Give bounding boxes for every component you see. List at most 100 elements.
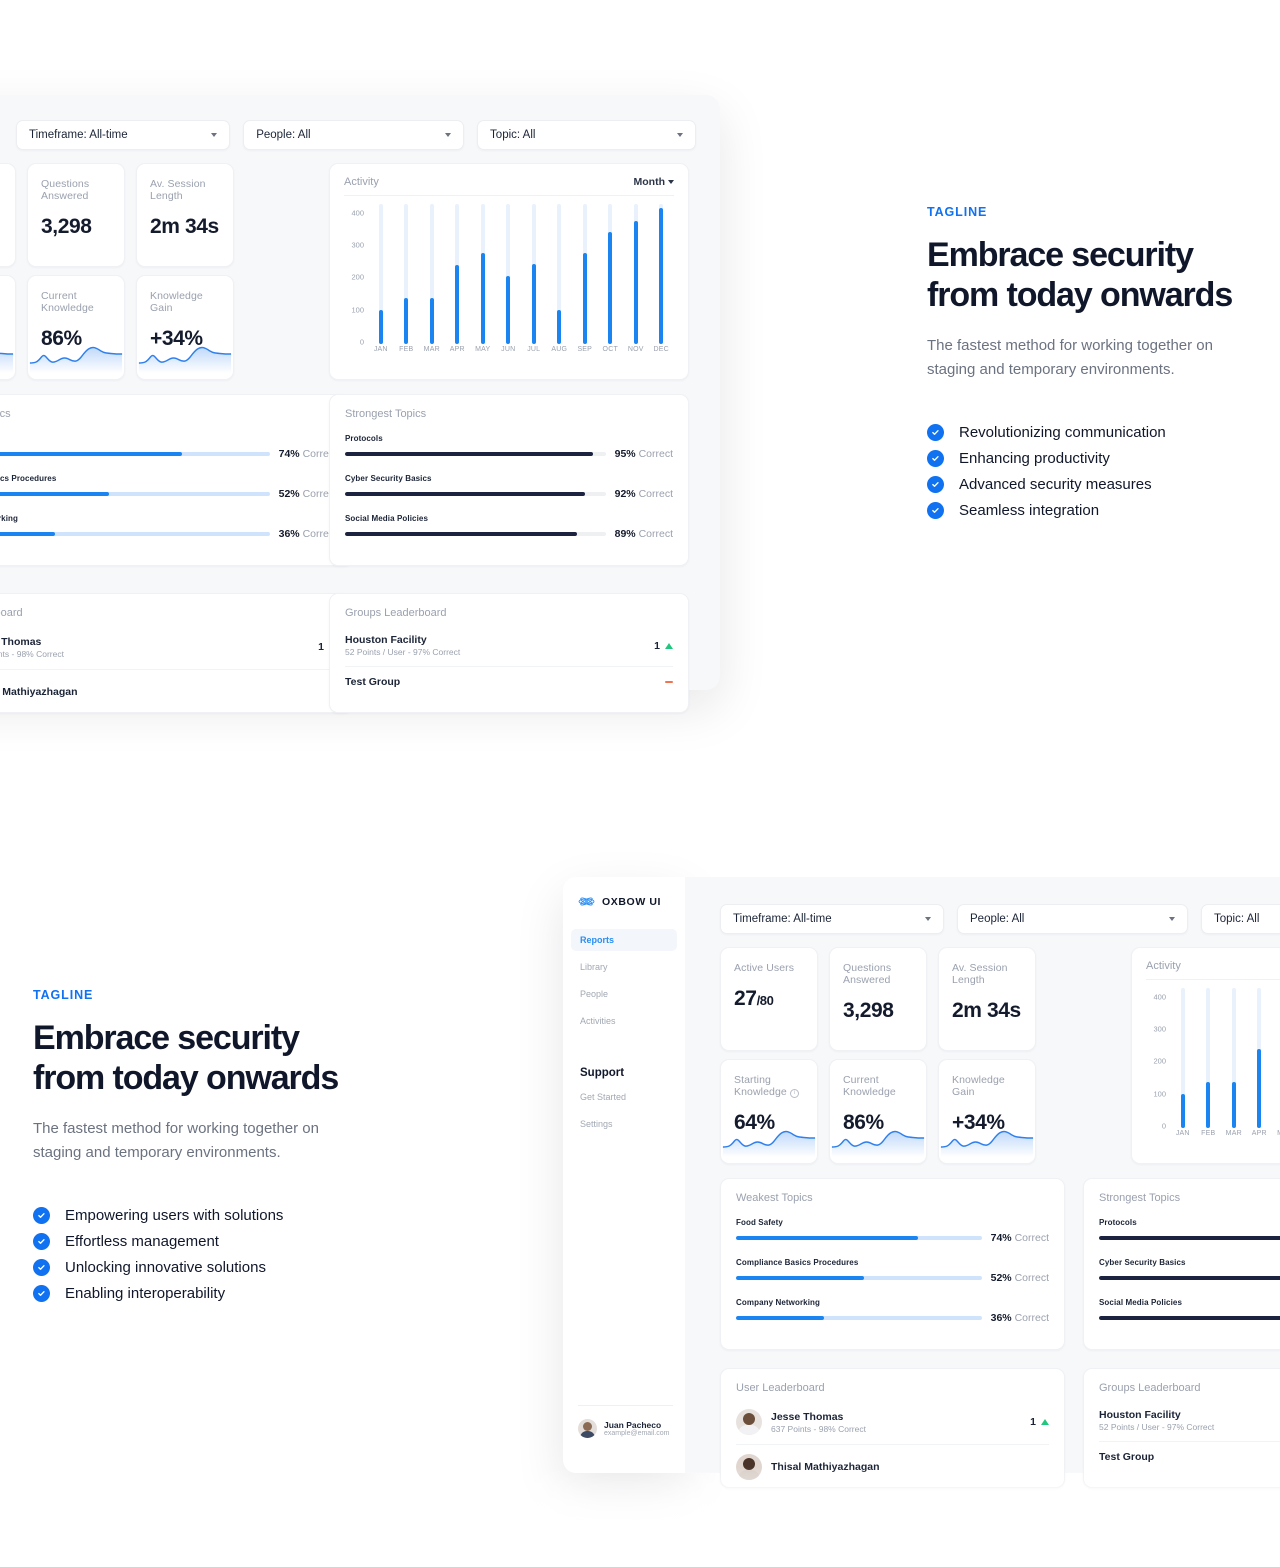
bar-track: [633, 204, 638, 344]
bullet-label: Empowering users with solutions: [65, 1207, 284, 1225]
stat-card-current-knowledge: Current Knowledge 86%: [27, 275, 125, 380]
sidebar-item-reports[interactable]: Reports: [571, 929, 677, 951]
bullet-list-top: Revolutionizing communication Enhancing p…: [927, 424, 1247, 520]
y-axis-labels: 0 100 200 300 400: [1146, 988, 1168, 1130]
sidebar-item-get-started[interactable]: Get Started: [571, 1086, 677, 1108]
progress-track: [0, 452, 270, 456]
trend-up-icon: [665, 642, 673, 649]
x-tick-label: MAR: [423, 346, 440, 353]
bar-column: [1170, 988, 1196, 1128]
sidebar-user-profile[interactable]: Juan Pacheco example@email.com: [578, 1419, 669, 1438]
filter-topic[interactable]: Topic: All: [1201, 904, 1280, 934]
bar-column: [368, 204, 394, 344]
leaderboard-row[interactable]: Jesse Thomas637 Points - 98% Correct 1: [0, 625, 337, 669]
strongest-topics-card: Strongest Topics Protocols95% Correct Cyb…: [1083, 1178, 1280, 1350]
oxbow-logo-icon: [578, 897, 595, 906]
bar-column: [394, 204, 420, 344]
bar-track: [1257, 988, 1262, 1128]
leaderboard-row[interactable]: Thisal Mathiyazhagan: [736, 1444, 1049, 1487]
y-tick-label: 200: [351, 272, 364, 282]
topic-percent-unit: Correct: [1014, 1312, 1049, 1324]
trend-down-icon: [665, 681, 673, 683]
weakest-topics-title: Weakest Topics: [0, 408, 11, 420]
filter-timeframe[interactable]: Timeframe: All-time: [720, 904, 944, 934]
leaderboard-row[interactable]: Test Group: [1099, 1441, 1280, 1472]
activity-title: Activity: [344, 176, 379, 188]
x-tick-label: MAY: [1272, 1130, 1280, 1146]
filter-people[interactable]: People: All: [957, 904, 1188, 934]
leaderboard-name: Houston Facility: [345, 634, 427, 646]
topic-percent: 95% Correct: [615, 448, 673, 460]
x-tick-label: JUN: [501, 346, 516, 353]
groups-leaderboard-card: Groups Leaderboard Houston Facility 52 Po…: [329, 593, 689, 713]
x-tick-label: JAN: [373, 346, 388, 353]
filter-people[interactable]: People: All: [243, 120, 465, 150]
progress-fill: [345, 492, 585, 496]
topic-percent-unit: Correct: [1014, 1272, 1049, 1284]
topic-name: Social Media Policies: [1099, 1298, 1183, 1307]
check-circle-icon: [33, 1259, 50, 1277]
topic-percent-value: 89%: [614, 528, 636, 540]
leaderboard-row[interactable]: Houston Facility 52 Points / User - 97% C…: [345, 625, 673, 666]
stat-label: Av. Session Length: [150, 178, 206, 202]
leaderboard-row[interactable]: Test Group: [345, 666, 673, 697]
check-circle-icon: [33, 1285, 50, 1303]
topic-row: Protocols95% Correct: [1099, 1218, 1280, 1244]
bullet-label: Unlocking innovative solutions: [65, 1259, 266, 1277]
leaderboard-row[interactable]: Jesse Thomas637 Points - 98% Correct 1: [736, 1400, 1049, 1444]
dashboard-panel-bottom: Timeframe: All-time People: All Topic: A…: [685, 877, 1280, 1488]
filter-timeframe[interactable]: Timeframe: All-time: [16, 120, 231, 150]
sidebar-item-activities[interactable]: Activities: [571, 1010, 677, 1032]
topic-name: Cyber Security Basics: [1099, 1258, 1186, 1267]
topic-name: Cyber Security Basics: [345, 474, 432, 483]
topic-percent-value: 95%: [614, 448, 636, 460]
sidebar-item-settings[interactable]: Settings: [571, 1113, 677, 1135]
strongest-topics-title: Strongest Topics: [345, 408, 427, 420]
groups-leaderboard-title: Groups Leaderboard: [345, 607, 447, 619]
progress-track: [1099, 1236, 1280, 1240]
bullet-item: Enabling interoperability: [33, 1285, 363, 1303]
subcopy-top: The fastest method for working together …: [927, 337, 1213, 379]
bar-fill: [480, 253, 485, 344]
sidebar-section-support: Support: [580, 1067, 625, 1079]
bar-column: [1247, 988, 1273, 1128]
stat-card-starting-knowledge: Starting Knowledgei 64%: [0, 275, 16, 380]
x-tick-label: APR: [1251, 1130, 1267, 1137]
stat-card-questions-answered: Questions Answered 3,298: [829, 947, 927, 1051]
weakest-topics-card: Weakest Topics Food Safety74% CorrectCom…: [720, 1178, 1065, 1350]
topic-name: Company Networking: [0, 514, 19, 523]
sparkline-chart: [940, 1130, 1034, 1157]
strongest-topics-list: Protocols95% CorrectCyber Security Basic…: [345, 434, 673, 540]
leaderboard-row[interactable]: Houston Facility 52 Points / User - 97% C…: [1099, 1400, 1280, 1441]
strongest-topics-list: Protocols95% Correct Cyber Security Basic…: [1099, 1218, 1280, 1324]
y-tick-label: 400: [1153, 992, 1166, 1002]
bullet-label: Effortless management: [65, 1233, 219, 1251]
info-icon[interactable]: i: [789, 1088, 799, 1098]
sidebar-item-people[interactable]: People: [571, 983, 677, 1005]
marketing-block-top: TAGLINE Embrace security from today onwa…: [927, 205, 1247, 520]
sidebar-item-library[interactable]: Library: [571, 956, 677, 978]
app-logo[interactable]: OXBOW UI: [578, 893, 661, 910]
check-circle-icon: [927, 502, 944, 520]
sparkline-chart: [831, 1130, 925, 1157]
sparkline-chart: [722, 1130, 816, 1157]
trend-up-icon: [1041, 1419, 1049, 1425]
leaderboard-name: Thisal Mathiyazhagan: [0, 686, 78, 698]
bullet-label: Enabling interoperability: [65, 1285, 226, 1303]
y-tick-label: 0: [359, 337, 364, 347]
chevron-down-icon: [668, 180, 674, 184]
filter-timeframe-label: Timeframe: All-time: [29, 129, 128, 141]
bar-fill: [582, 253, 587, 344]
bullet-label: Enhancing productivity: [959, 450, 1110, 468]
strongest-topics-title: Strongest Topics: [1099, 1192, 1181, 1204]
topic-row: Compliance Basics Procedures 52% Correct: [736, 1258, 1049, 1284]
y-tick-label: 300: [351, 240, 364, 250]
filter-topic[interactable]: Topic: All: [477, 120, 696, 150]
leaderboard-row[interactable]: Thisal Mathiyazhagan: [0, 669, 337, 712]
topic-row: Company Networking 36% Correct: [736, 1298, 1049, 1324]
filter-people-label: People: All: [256, 129, 311, 141]
topic-percent-value: 52%: [278, 488, 300, 500]
progress-track: [345, 452, 606, 456]
activity-range-selector[interactable]: Month: [634, 176, 674, 188]
headline-bottom: Embrace security from today onwards: [33, 1019, 339, 1098]
